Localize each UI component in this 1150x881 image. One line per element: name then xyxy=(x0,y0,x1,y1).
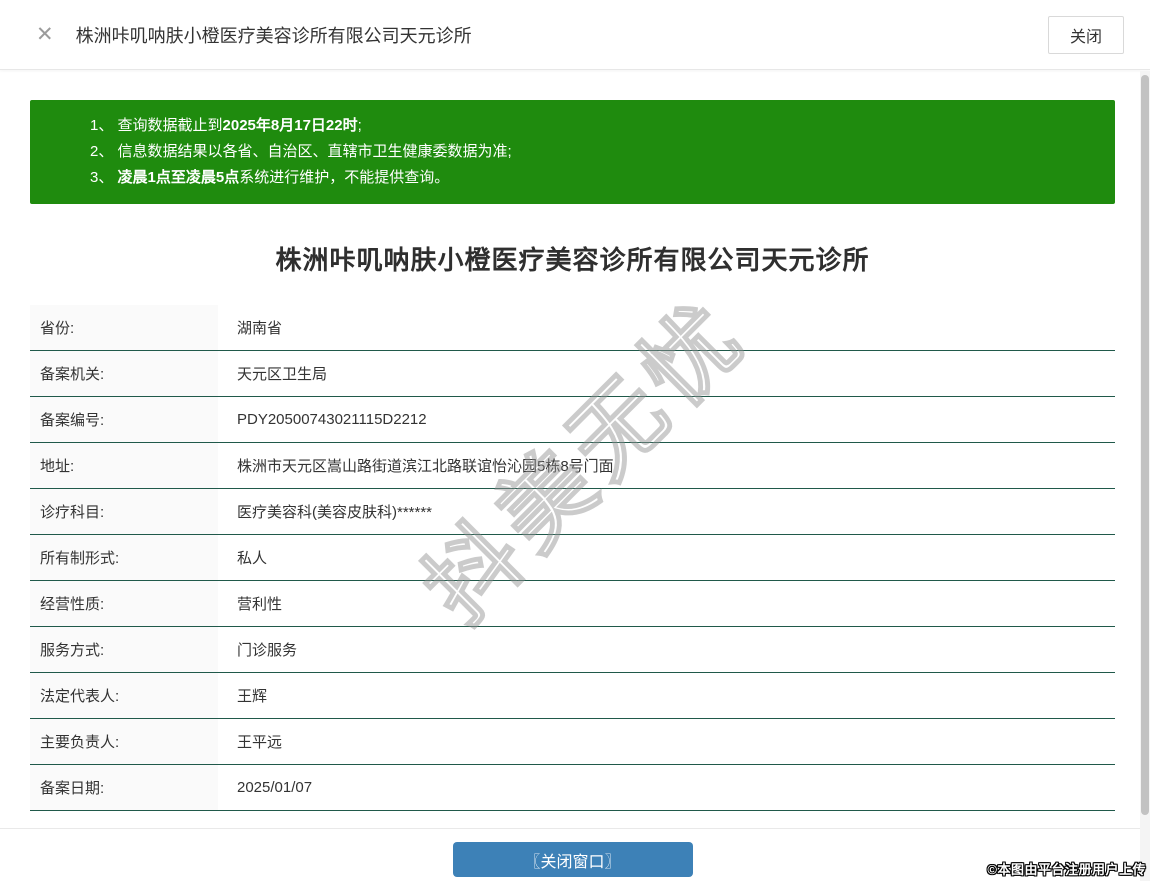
footer: 〖关闭窗口〗 xyxy=(30,829,1115,877)
table-row-ownership: 所有制形式: 私人 xyxy=(30,535,1115,581)
window-title: 株洲咔叽呐肤小橙医疗美容诊所有限公司天元诊所 xyxy=(75,25,472,46)
table-row-address: 地址: 株洲市天元区嵩山路街道滨江北路联谊怡沁园5栋8号门面 xyxy=(30,443,1115,489)
table-row-medical-subjects: 诊疗科目: 医疗美容科(美容皮肤科)****** xyxy=(30,489,1115,535)
row-value: 2025/01/07 xyxy=(237,779,313,796)
row-value: 私人 xyxy=(237,550,268,567)
row-label: 主要负责人: xyxy=(30,719,218,764)
close-window-button[interactable]: 〖关闭窗口〗 xyxy=(452,842,693,877)
row-label: 法定代表人: xyxy=(30,673,218,718)
table-row-filing-number: 备案编号: PDY20500743021115D2212 xyxy=(30,397,1115,443)
window-header: ✕ 株洲咔叽呐肤小橙医疗美容诊所有限公司天元诊所 关闭 xyxy=(0,0,1150,70)
page-title: 株洲咔叽呐肤小橙医疗美容诊所有限公司天元诊所 xyxy=(275,245,870,275)
row-value: 医疗美容科(美容皮肤科)****** xyxy=(237,504,433,521)
notice-line: 2、 信息数据结果以各省、自治区、直辖市卫生健康委数据为准; xyxy=(90,143,512,160)
row-label: 备案机关: xyxy=(30,351,218,396)
corner-watermark: ©本图由平台注册用户上传 xyxy=(987,862,1146,877)
notice-line: 1、 查询数据截止到2025年8月17日22时; xyxy=(90,117,362,134)
table-row-legal-representative: 法定代表人: 王辉 xyxy=(30,673,1115,719)
row-value: 湖南省 xyxy=(237,320,283,337)
notice-line: 3、 凌晨1点至凌晨5点系统进行维护，不能提供查询。 xyxy=(90,169,450,186)
table-row-filing-date: 备案日期: 2025/01/07 xyxy=(30,765,1115,811)
vertical-scrollbar[interactable] xyxy=(1140,71,1150,881)
row-value: PDY20500743021115D2212 xyxy=(237,411,427,428)
row-label: 省份: xyxy=(30,305,218,350)
row-value: 王辉 xyxy=(237,688,268,705)
table-row-business-nature: 经营性质: 营利性 xyxy=(30,581,1115,627)
row-label: 服务方式: xyxy=(30,627,218,672)
row-label: 诊疗科目: xyxy=(30,489,218,534)
close-x-icon[interactable]: ✕ xyxy=(36,24,54,45)
row-label: 地址: xyxy=(30,443,218,488)
page-content: 1、 查询数据截止到2025年8月17日22时; 2、 信息数据结果以各省、自治… xyxy=(0,100,1150,877)
row-label: 备案编号: xyxy=(30,397,218,442)
row-label: 备案日期: xyxy=(30,765,218,810)
row-value: 王平远 xyxy=(237,734,283,751)
info-table: 省份: 湖南省 备案机关: 天元区卫生局 备案编号: PDY2050074302… xyxy=(30,305,1115,811)
row-value: 门诊服务 xyxy=(237,642,298,659)
table-row-province: 省份: 湖南省 xyxy=(30,305,1115,351)
notice-banner: 1、 查询数据截止到2025年8月17日22时; 2、 信息数据结果以各省、自治… xyxy=(30,100,1115,204)
row-label: 所有制形式: xyxy=(30,535,218,580)
scrollbar-thumb[interactable] xyxy=(1141,75,1149,815)
table-row-service-mode: 服务方式: 门诊服务 xyxy=(30,627,1115,673)
row-value: 营利性 xyxy=(237,596,283,613)
row-value: 株洲市天元区嵩山路街道滨江北路联谊怡沁园5栋8号门面 xyxy=(237,458,614,475)
table-row-filing-authority: 备案机关: 天元区卫生局 xyxy=(30,351,1115,397)
row-label: 经营性质: xyxy=(30,581,218,626)
table-row-main-person-in-charge: 主要负责人: 王平远 xyxy=(30,719,1115,765)
close-button[interactable]: 关闭 xyxy=(1048,16,1124,54)
row-value: 天元区卫生局 xyxy=(237,366,328,383)
